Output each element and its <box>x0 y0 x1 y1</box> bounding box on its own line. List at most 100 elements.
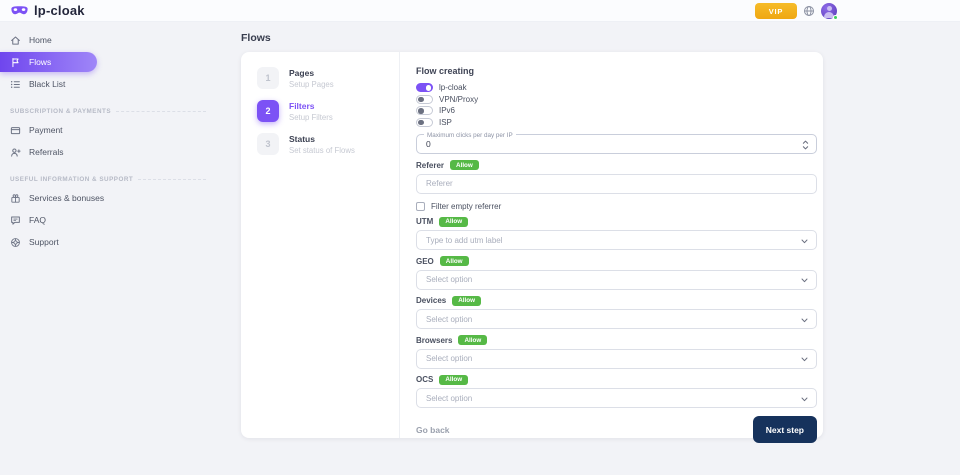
step-subtitle: Setup Filters <box>289 113 333 122</box>
sidebar-item-label: Support <box>29 237 59 247</box>
devices-label-row: Devices Allow <box>416 297 817 306</box>
utm-input[interactable] <box>417 236 816 245</box>
referer-label: Referer <box>416 161 444 170</box>
utm-field <box>416 230 817 250</box>
toggle-row-lp-cloak: lp-cloak <box>416 82 817 94</box>
step-subtitle: Setup Pages <box>289 80 334 89</box>
sidebar-item-label: FAQ <box>29 215 46 225</box>
toggle-row-ipv6: IPv6 <box>416 105 817 117</box>
user-avatar[interactable] <box>821 3 837 19</box>
isp-toggle[interactable] <box>416 118 433 127</box>
step-number: 1 <box>257 67 279 89</box>
devices-label: Devices <box>416 296 446 305</box>
sidebar-item-flows[interactable]: Flows <box>0 52 97 72</box>
flows-icon <box>10 57 21 68</box>
max-clicks-label: Maximum clicks per day per IP <box>424 132 516 139</box>
toggle-row-isp: ISP <box>416 117 817 129</box>
toggle-label: IPv6 <box>439 106 455 115</box>
sidebar-item-label: Services & bonuses <box>29 193 104 203</box>
step-number: 2 <box>257 100 279 122</box>
browsers-select[interactable]: Select option <box>416 349 817 369</box>
stepper: 1 Pages Setup Pages 2 Filters Setup Filt… <box>241 52 399 166</box>
select-placeholder: Select option <box>417 275 472 284</box>
sidebar-item-home[interactable]: Home <box>0 30 216 50</box>
ocs-select[interactable]: Select option <box>416 388 817 408</box>
sidebar-item-services-bonuses[interactable]: Services & bonuses <box>0 188 216 208</box>
chevron-down-icon <box>801 357 808 362</box>
form-footer: Go back Next step <box>416 416 817 443</box>
sidebar-item-label: Flows <box>29 57 51 67</box>
payment-icon <box>10 125 21 136</box>
step-filters[interactable]: 2 Filters Setup Filters <box>257 100 399 122</box>
top-header: lp-cloak VIP <box>0 0 960 22</box>
referer-input[interactable] <box>417 179 816 188</box>
ipv6-toggle[interactable] <box>416 106 433 115</box>
utm-label-row: UTM Allow <box>416 218 817 227</box>
sidebar-section-title: SUBSCRIPTION & PAYMENTS <box>10 108 206 115</box>
geo-allow-badge[interactable]: Allow <box>440 256 469 266</box>
chevron-down-icon[interactable] <box>801 239 808 244</box>
step-pages[interactable]: 1 Pages Setup Pages <box>257 67 399 89</box>
select-placeholder: Select option <box>417 354 472 363</box>
step-subtitle: Set status of Flows <box>289 146 355 155</box>
utm-allow-badge[interactable]: Allow <box>439 217 468 227</box>
online-status-dot <box>833 15 838 20</box>
step-status[interactable]: 3 Status Set status of Flows <box>257 133 399 155</box>
referer-field <box>416 174 817 194</box>
step-title: Filters <box>289 101 333 111</box>
stepper-form-divider <box>399 52 400 438</box>
flow-creation-card: 1 Pages Setup Pages 2 Filters Setup Filt… <box>241 52 823 438</box>
home-icon <box>10 35 21 46</box>
vpn-proxy-toggle[interactable] <box>416 95 433 104</box>
faq-icon <box>10 215 21 226</box>
select-placeholder: Select option <box>417 394 472 403</box>
next-step-button[interactable]: Next step <box>753 416 817 443</box>
chevron-down-icon <box>801 318 808 323</box>
chevron-down-icon <box>801 397 808 402</box>
referrals-icon <box>10 147 21 158</box>
sidebar-item-referrals[interactable]: Referrals <box>0 142 216 162</box>
sidebar-section-title: USEFUL INFORMATION & SUPPORT <box>10 176 206 183</box>
main-content: Flows 1 Pages Setup Pages 2 Filters Setu… <box>241 22 823 438</box>
max-clicks-field: Maximum clicks per day per IP <box>416 134 817 154</box>
lp-cloak-toggle[interactable] <box>416 83 433 92</box>
select-placeholder: Select option <box>417 315 472 324</box>
form-title: Flow creating <box>416 67 817 76</box>
referer-allow-badge[interactable]: Allow <box>450 160 479 170</box>
step-title: Pages <box>289 68 334 78</box>
toggle-label: VPN/Proxy <box>439 95 478 104</box>
devices-allow-badge[interactable]: Allow <box>452 296 481 306</box>
chevron-down-icon <box>801 278 808 283</box>
devices-select[interactable]: Select option <box>416 309 817 329</box>
browsers-allow-badge[interactable]: Allow <box>458 335 487 345</box>
utm-label: UTM <box>416 217 433 226</box>
geo-label-row: GEO Allow <box>416 257 817 266</box>
filter-empty-referrer-row[interactable]: Filter empty referrer <box>416 202 817 211</box>
sidebar-item-payment[interactable]: Payment <box>0 120 216 140</box>
globe-icon[interactable] <box>803 5 815 17</box>
sidebar-item-black-list[interactable]: Black List <box>0 74 216 94</box>
checkbox-label: Filter empty referrer <box>431 202 501 211</box>
ocs-allow-badge[interactable]: Allow <box>439 375 468 385</box>
gift-icon <box>10 193 21 204</box>
sidebar: Home Flows Black List SUBSCRIPTION & PAY… <box>0 22 216 475</box>
ocs-label: OCS <box>416 375 433 384</box>
sidebar-item-faq[interactable]: FAQ <box>0 210 216 230</box>
browsers-label: Browsers <box>416 336 452 345</box>
vip-button[interactable]: VIP <box>755 3 797 19</box>
ocs-label-row: OCS Allow <box>416 376 817 385</box>
filters-form: Flow creating lp-cloak VPN/Proxy IPv6 IS… <box>416 52 817 443</box>
toggle-label: lp-cloak <box>439 83 467 92</box>
app-logo[interactable]: lp-cloak <box>10 3 85 18</box>
filter-empty-referrer-checkbox[interactable] <box>416 202 425 211</box>
sidebar-item-label: Payment <box>29 125 63 135</box>
sidebar-item-label: Home <box>29 35 52 45</box>
logo-text: lp-cloak <box>34 3 85 18</box>
number-stepper-icon[interactable] <box>802 139 809 151</box>
avatar-figure <box>827 6 832 11</box>
geo-select[interactable]: Select option <box>416 270 817 290</box>
max-clicks-input[interactable] <box>417 139 816 149</box>
sidebar-item-support[interactable]: Support <box>0 232 216 252</box>
go-back-link[interactable]: Go back <box>416 425 450 435</box>
support-icon <box>10 237 21 248</box>
